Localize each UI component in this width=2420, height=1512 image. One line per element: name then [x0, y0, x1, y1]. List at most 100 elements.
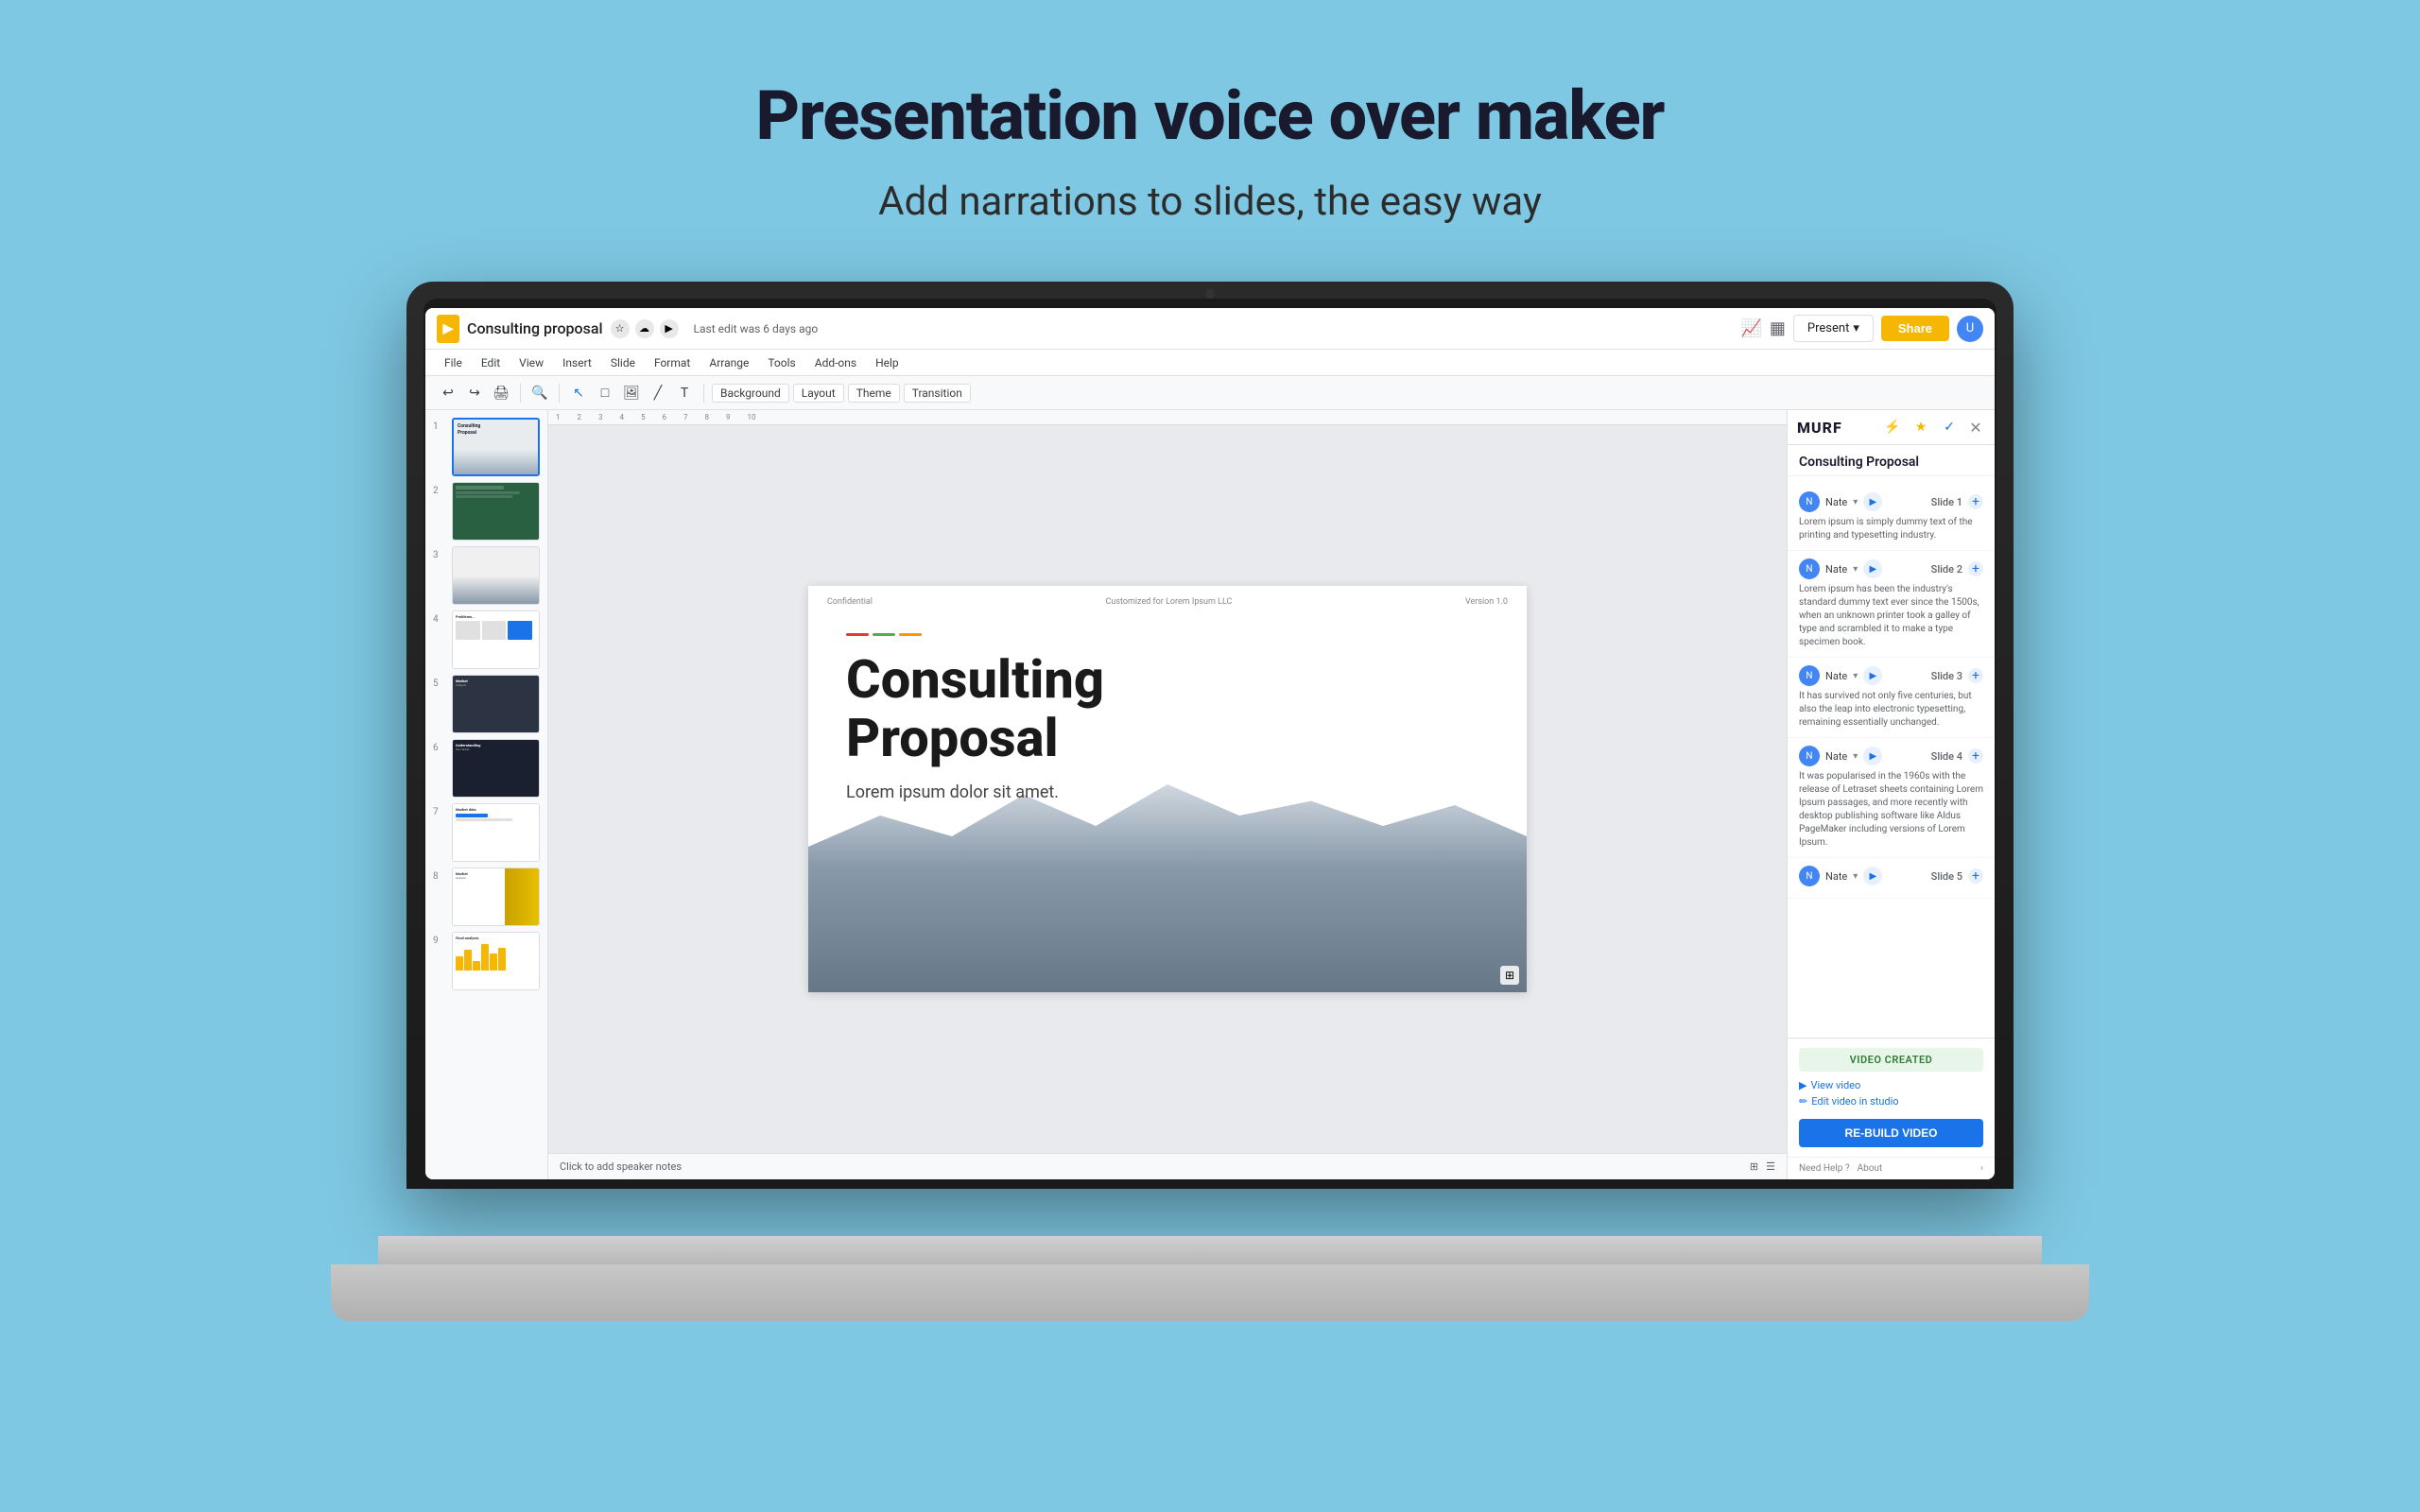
slide-preview-1[interactable]: ConsultingProposal: [452, 418, 540, 476]
murf-voice-dropdown-2[interactable]: ▾: [1853, 564, 1858, 575]
toolbar-image[interactable]: 🖼: [620, 382, 643, 404]
page-subtitle: Add narrations to slides, the easy way: [878, 179, 1542, 225]
murf-voice-dropdown-5[interactable]: ▾: [1853, 871, 1858, 882]
toolbar-cursor[interactable]: ↖: [567, 382, 590, 404]
slide-thumb-2[interactable]: 2: [433, 482, 540, 541]
laptop-screen-frame: ▶ Consulting proposal ☆ ☁ ▶ Last edit wa…: [406, 282, 2014, 1189]
menu-view[interactable]: View: [511, 354, 551, 371]
menu-insert[interactable]: Insert: [555, 354, 599, 371]
slide-thumb-1[interactable]: 1 ConsultingProposal: [433, 418, 540, 476]
murf-add-3[interactable]: +: [1968, 668, 1983, 683]
menu-tools[interactable]: Tools: [760, 354, 803, 371]
accent-line-orange: [899, 633, 922, 636]
murf-play-3[interactable]: ▶: [1863, 666, 1882, 685]
slide-num-8: 8: [433, 868, 446, 882]
grid-icon[interactable]: ▦: [1770, 318, 1786, 338]
menu-addons[interactable]: Add-ons: [807, 354, 864, 371]
menu-help[interactable]: Help: [868, 354, 907, 371]
toolbar-sep-2: [559, 384, 560, 403]
slide-num-7: 7: [433, 803, 446, 817]
murf-icon-3[interactable]: ✓: [1938, 416, 1961, 438]
background-button[interactable]: Background: [712, 384, 789, 403]
slide-preview-7[interactable]: Market data: [452, 803, 540, 862]
toolbar-text[interactable]: T: [673, 382, 696, 404]
cloud-icon[interactable]: ☁: [635, 319, 654, 338]
menu-file[interactable]: File: [437, 354, 470, 371]
slide-thumb-9[interactable]: 9 Final analysis: [433, 932, 540, 990]
slide-preview-4[interactable]: Problems...: [452, 610, 540, 669]
slides-main: 1 ConsultingProposal 2: [425, 410, 1995, 1179]
murf-close-btn[interactable]: ✕: [1966, 418, 1985, 437]
toolbar-shape[interactable]: □: [594, 382, 616, 404]
murf-icon-2[interactable]: ★: [1910, 416, 1932, 438]
murf-voice-dropdown-3[interactable]: ▾: [1853, 671, 1858, 681]
list-view-btn[interactable]: ☰: [1766, 1160, 1775, 1173]
slide-thumb-4[interactable]: 4 Problems...: [433, 610, 540, 669]
menu-edit[interactable]: Edit: [474, 354, 508, 371]
menu-slide[interactable]: Slide: [603, 354, 643, 371]
menu-arrange[interactable]: Arrange: [701, 354, 756, 371]
slide-thumb-5[interactable]: 5 Market Analysis: [433, 675, 540, 733]
murf-expand-btn[interactable]: ›: [1980, 1163, 1983, 1174]
slide-thumb-7[interactable]: 7 Market data: [433, 803, 540, 862]
slide-thumb-6[interactable]: 6 Understanding the market: [433, 739, 540, 798]
present-icon[interactable]: ▶: [660, 319, 679, 338]
slide-preview-2[interactable]: [452, 482, 540, 541]
present-button[interactable]: Present ▾: [1793, 315, 1874, 342]
toolbar-zoom[interactable]: 🔍: [528, 382, 551, 404]
slide-header-info: Confidential Customized for Lorem Ipsum …: [827, 597, 1508, 607]
toolbar-undo[interactable]: ↩: [437, 382, 459, 404]
murf-voice-dropdown-1[interactable]: ▾: [1853, 497, 1858, 507]
murf-footer: Need Help ? About ›: [1788, 1157, 1995, 1179]
toolbar-sep-3: [703, 384, 704, 403]
toolbar-line[interactable]: ╱: [647, 382, 669, 404]
slide-preview-3[interactable]: [452, 546, 540, 605]
star-icon[interactable]: ☆: [611, 319, 630, 338]
edit-video-link[interactable]: ✏ Edit video in studio: [1799, 1095, 1983, 1108]
murf-play-2[interactable]: ▶: [1863, 559, 1882, 578]
toolbar-print[interactable]: 🖨: [490, 382, 512, 404]
murf-help-link[interactable]: Need Help ?: [1799, 1163, 1850, 1174]
murf-icon-1[interactable]: ⚡: [1881, 416, 1904, 438]
slide-num-2: 2: [433, 482, 446, 496]
toolbar-redo[interactable]: ↪: [463, 382, 486, 404]
murf-avatar-3: N: [1799, 665, 1820, 686]
murf-slide-header-5: N Nate ▾ ▶ Slide 5 +: [1799, 866, 1983, 886]
slide-num-4: 4: [433, 610, 446, 625]
murf-play-4[interactable]: ▶: [1863, 747, 1882, 765]
theme-button[interactable]: Theme: [848, 384, 900, 403]
murf-play-1[interactable]: ▶: [1863, 492, 1882, 511]
slide-preview-9[interactable]: Final analysis: [452, 932, 540, 990]
murf-add-2[interactable]: +: [1968, 561, 1983, 576]
murf-voice-1: Nate: [1825, 496, 1847, 508]
user-avatar[interactable]: U: [1957, 316, 1983, 342]
rebuild-video-button[interactable]: RE-BUILD VIDEO: [1799, 1119, 1983, 1147]
present-dropdown-icon[interactable]: ▾: [1853, 321, 1859, 335]
slide-preview-6[interactable]: Understanding the market: [452, 739, 540, 798]
laptop-foot: [331, 1264, 2089, 1321]
slide-preview-5[interactable]: Market Analysis: [452, 675, 540, 733]
murf-play-5[interactable]: ▶: [1863, 867, 1882, 885]
murf-add-4[interactable]: +: [1968, 748, 1983, 764]
share-button[interactable]: Share: [1881, 316, 1949, 341]
murf-voice-2: Nate: [1825, 563, 1847, 576]
murf-slide-header-2: N Nate ▾ ▶ Slide 2 +: [1799, 558, 1983, 579]
slide-thumb-3[interactable]: 3: [433, 546, 540, 605]
toolbar-sep-1: [520, 384, 521, 403]
layout-button[interactable]: Layout: [793, 384, 844, 403]
grid-view-btn[interactable]: ⊞: [1750, 1160, 1758, 1173]
analytics-icon[interactable]: 📈: [1740, 318, 1761, 338]
murf-voice-3: Nate: [1825, 670, 1847, 682]
murf-voice-dropdown-4[interactable]: ▾: [1853, 751, 1858, 762]
laptop-base: [378, 1236, 2042, 1264]
menu-format[interactable]: Format: [647, 354, 698, 371]
murf-about-link[interactable]: About: [1858, 1163, 1883, 1174]
transition-button[interactable]: Transition: [904, 384, 971, 403]
slide-preview-8[interactable]: Market analysis: [452, 868, 540, 926]
murf-add-5[interactable]: +: [1968, 868, 1983, 884]
view-video-link[interactable]: ▶ View video: [1799, 1079, 1983, 1091]
slide-thumb-8[interactable]: 8 Market analysis: [433, 868, 540, 926]
murf-add-1[interactable]: +: [1968, 494, 1983, 509]
present-label: Present: [1807, 321, 1849, 335]
speaker-notes-hint[interactable]: Click to add speaker notes: [560, 1160, 682, 1173]
